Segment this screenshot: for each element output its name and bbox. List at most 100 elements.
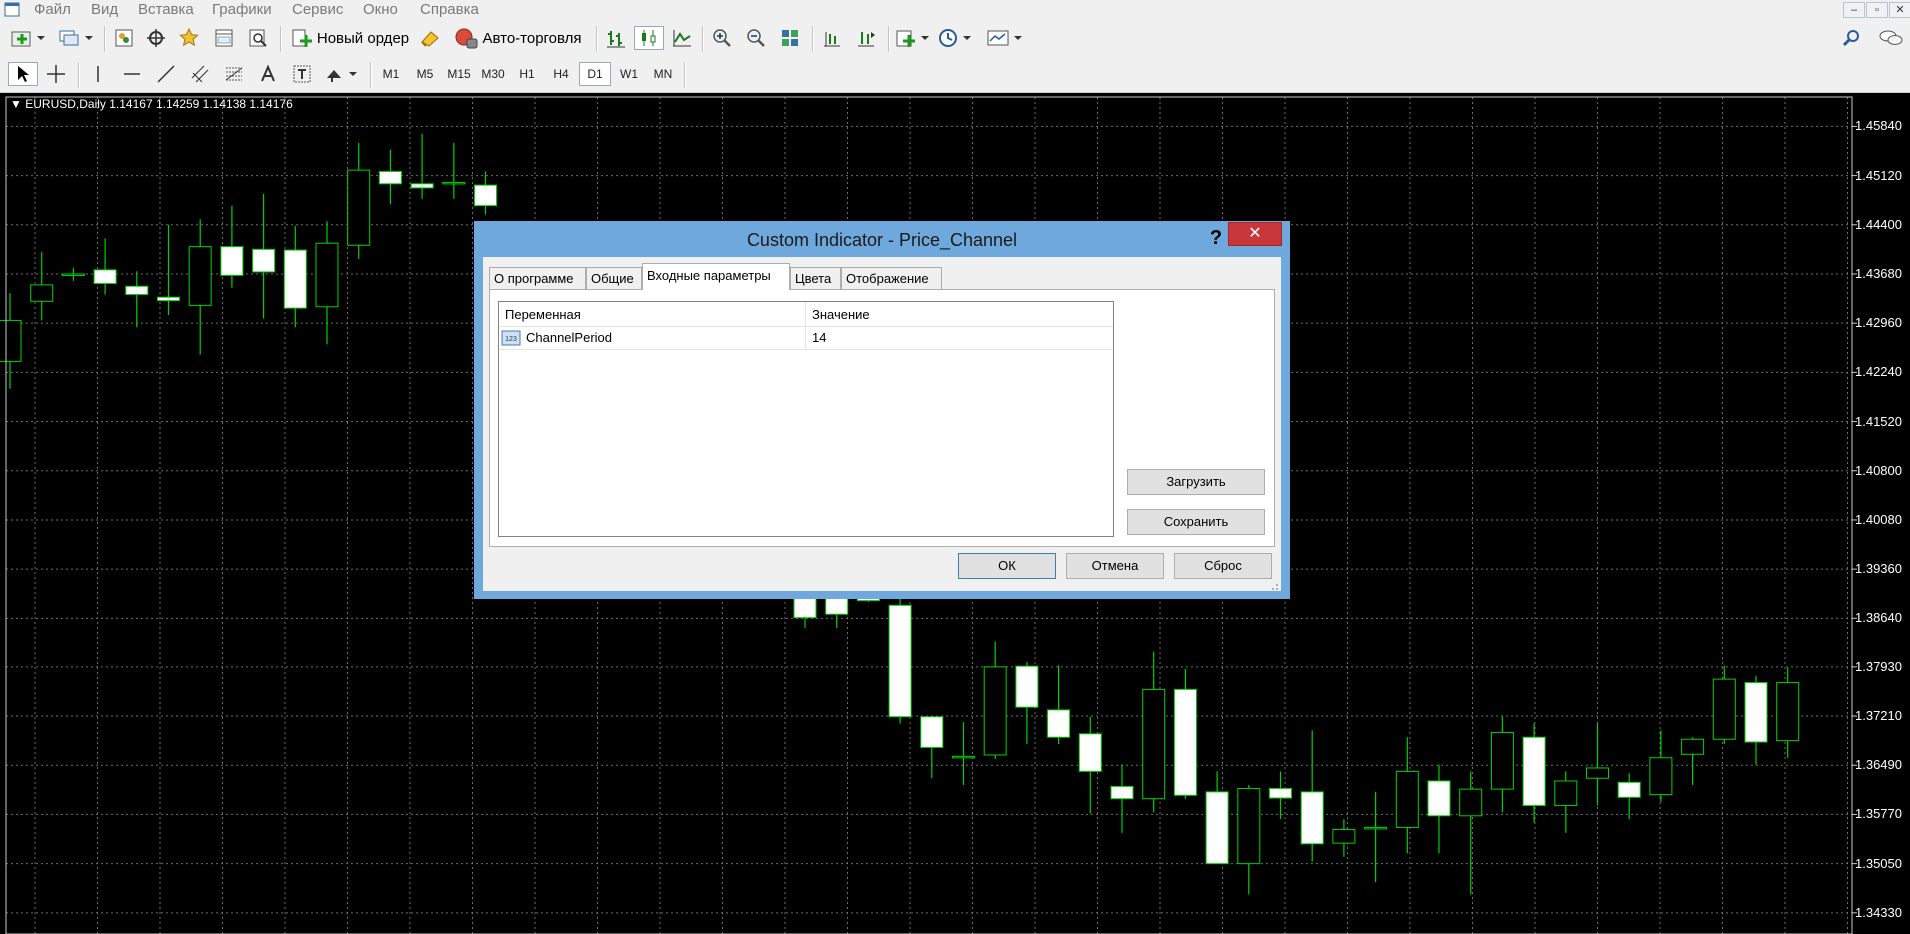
- timeframe-m15[interactable]: M15: [443, 62, 475, 86]
- chart-dropdown-icon[interactable]: ▼: [10, 97, 22, 111]
- candle-body: [1649, 757, 1673, 796]
- candle-body: [1522, 736, 1546, 807]
- autoscroll-button[interactable]: [852, 26, 880, 50]
- indicators-button[interactable]: [894, 26, 932, 50]
- column-header-variable[interactable]: Переменная: [505, 302, 581, 326]
- menu-view[interactable]: Вид: [91, 0, 118, 20]
- tab-inputs[interactable]: Входные параметры: [642, 263, 790, 290]
- candle: [983, 641, 1007, 760]
- candle-body: [1364, 826, 1388, 830]
- tab-about[interactable]: О программе: [489, 267, 586, 289]
- profiles-button[interactable]: [56, 26, 96, 50]
- auto-trading-icon: [455, 28, 478, 49]
- candle-body: [1173, 688, 1197, 796]
- tab-visualization[interactable]: Отображение: [841, 267, 942, 289]
- search-button[interactable]: [1838, 26, 1866, 50]
- magnifier-chart-icon: [249, 29, 267, 47]
- timeframe-m1[interactable]: M1: [375, 62, 407, 86]
- crosshair-tool-button[interactable]: [42, 62, 70, 86]
- bar-chart-icon: [607, 31, 625, 48]
- candlestick-chart-button[interactable]: [634, 26, 664, 50]
- save-params-button[interactable]: Сохранить: [1127, 509, 1265, 535]
- restore-button[interactable]: ▫: [1866, 2, 1888, 18]
- horizontal-line-button[interactable]: [118, 62, 146, 86]
- column-header-value[interactable]: Значение: [812, 302, 870, 326]
- candle-body: [1110, 785, 1134, 800]
- market-watch-button[interactable]: [110, 26, 138, 50]
- navigator-button[interactable]: [176, 26, 204, 50]
- equidistant-channel-button[interactable]: [186, 62, 214, 86]
- templates-button[interactable]: [984, 26, 1026, 50]
- zoom-out-button[interactable]: [742, 26, 770, 50]
- vertical-line-button[interactable]: [84, 62, 112, 86]
- trendline-button[interactable]: [152, 62, 180, 86]
- timeframe-h4[interactable]: H4: [545, 62, 577, 86]
- metaeditor-button[interactable]: [416, 26, 444, 50]
- fibonacci-button[interactable]: [220, 62, 248, 86]
- price-label: 1.35050: [1855, 855, 1902, 871]
- table-row[interactable]: 123 ChannelPeriod 14: [499, 326, 1113, 350]
- vertical-line-icon: [97, 66, 99, 82]
- line-chart-icon: [673, 30, 691, 47]
- chat-button[interactable]: [1876, 26, 1906, 50]
- tab-colors[interactable]: Цвета: [790, 267, 841, 289]
- chart-shift-button[interactable]: [818, 26, 846, 50]
- auto-trading-button[interactable]: Авто-торговля: [450, 26, 586, 50]
- tab-common[interactable]: Общие: [586, 267, 642, 289]
- candle-body: [1554, 780, 1578, 807]
- candle-body: [0, 319, 22, 362]
- minimize-button[interactable]: –: [1843, 2, 1865, 18]
- new-order-button[interactable]: Новый ордер: [286, 26, 414, 50]
- candle-body: [920, 716, 944, 748]
- terminal-window-icon: [215, 29, 233, 47]
- timeframe-h1[interactable]: H1: [511, 62, 543, 86]
- cursor-tool-button[interactable]: [8, 62, 38, 86]
- zoom-in-button[interactable]: [708, 26, 736, 50]
- candle: [1554, 771, 1578, 833]
- periods-button[interactable]: [936, 26, 976, 50]
- parameter-value[interactable]: 14: [812, 327, 826, 349]
- data-window-button[interactable]: [142, 26, 170, 50]
- tile-windows-button[interactable]: [776, 26, 804, 50]
- candle: [1078, 716, 1102, 814]
- candle-body: [1776, 682, 1800, 742]
- dialog-close-button[interactable]: ✕: [1228, 222, 1282, 246]
- close-window-button[interactable]: ✕: [1889, 2, 1910, 18]
- bar-chart-button[interactable]: [602, 26, 630, 50]
- reset-button[interactable]: Сброс: [1174, 553, 1272, 579]
- ok-button[interactable]: ОК: [958, 553, 1056, 579]
- timeframe-m5[interactable]: M5: [409, 62, 441, 86]
- menu-insert[interactable]: Вставка: [138, 0, 194, 20]
- candle-body: [1269, 787, 1292, 799]
- cancel-button[interactable]: Отмена: [1066, 553, 1164, 579]
- menu-file[interactable]: Файл: [34, 0, 71, 20]
- text-label-button[interactable]: [288, 62, 316, 86]
- candle-body: [1047, 709, 1071, 738]
- candlestick-icon: [642, 30, 656, 46]
- price-label: 1.45120: [1855, 167, 1902, 183]
- price-label: 1.35770: [1855, 806, 1902, 822]
- help-button[interactable]: ?: [1204, 223, 1228, 253]
- timeframe-w1[interactable]: W1: [613, 62, 645, 86]
- arrows-button[interactable]: [322, 62, 362, 86]
- menu-window[interactable]: Окно: [363, 0, 398, 20]
- strategy-tester-button[interactable]: [244, 26, 272, 50]
- candle: [252, 194, 276, 319]
- menu-help[interactable]: Справка: [420, 0, 479, 20]
- text-tool-button[interactable]: [254, 62, 282, 86]
- terminal-button[interactable]: [210, 26, 238, 50]
- parameter-name: ChannelPeriod: [526, 330, 613, 345]
- timeframe-mn[interactable]: MN: [647, 62, 679, 86]
- timeframe-d1[interactable]: D1: [579, 62, 611, 86]
- new-chart-button[interactable]: [8, 26, 48, 50]
- toolbar-separator: [370, 62, 372, 88]
- line-chart-button[interactable]: [668, 26, 696, 50]
- resize-grip-icon[interactable]: [1269, 581, 1279, 591]
- candle: [1300, 730, 1324, 862]
- chart-shift-icon: [824, 32, 840, 47]
- timeframe-m30[interactable]: M30: [477, 62, 509, 86]
- load-button[interactable]: Загрузить: [1127, 469, 1265, 495]
- menu-tools[interactable]: Сервис: [292, 0, 343, 20]
- menu-charts[interactable]: Графики: [212, 0, 272, 20]
- candle: [1110, 764, 1134, 833]
